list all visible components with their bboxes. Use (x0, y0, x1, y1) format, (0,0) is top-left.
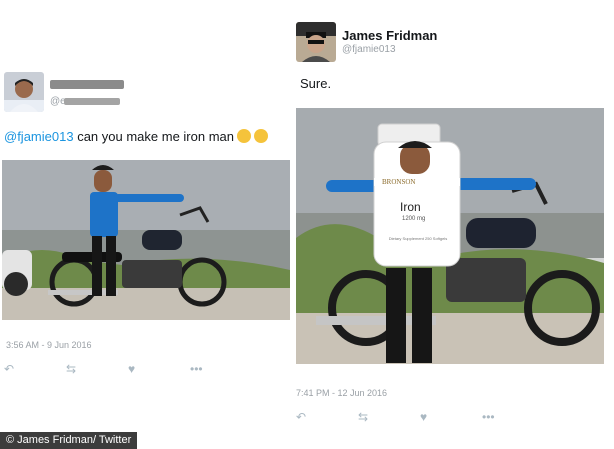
tweet-body: can you make me iron man (73, 129, 234, 144)
original-tweet: @e @fjamie013 can you make me iron man 3… (0, 60, 296, 390)
tweet-text: @fjamie013 can you make me iron man (4, 129, 268, 145)
reply-icon[interactable]: ↶ (296, 410, 358, 424)
retweet-icon[interactable]: ⇆ (66, 362, 128, 376)
bottle-brand: BRONSON (382, 178, 416, 186)
avatar-photo (296, 22, 336, 62)
avatar-photo (4, 72, 44, 112)
bottle-label: Iron (400, 200, 421, 214)
redacted-name (50, 80, 124, 89)
avatar[interactable] (296, 22, 336, 62)
smile-emoji-icon (253, 129, 268, 143)
tweet-photo[interactable] (2, 160, 290, 320)
watermark: © James Fridman/ Twitter (0, 432, 138, 449)
timestamp[interactable]: 3:56 AM - 9 Jun 2016 (6, 340, 92, 350)
bottle-subtext: Dietary Supplement 250 Softgels (388, 236, 448, 241)
action-bar: ↶ ⇆ ♥ ••• (296, 410, 544, 424)
like-icon[interactable]: ♥ (420, 410, 482, 424)
bottle-dose: 1200 mg (402, 216, 426, 222)
action-bar: ↶ ⇆ ♥ ••• (4, 362, 252, 376)
reply-icon[interactable]: ↶ (4, 362, 66, 376)
timestamp[interactable]: 7:41 PM - 12 Jun 2016 (296, 388, 387, 398)
reply-tweet: James Fridman @fjamie013 Sure. BRONSON I… (294, 14, 614, 434)
avatar[interactable] (4, 72, 44, 112)
handle[interactable]: @fjamie013 (342, 44, 396, 55)
tweet-photo[interactable]: BRONSON Iron 1200 mg Dietary Supplement … (296, 108, 604, 364)
like-icon[interactable]: ♥ (128, 362, 190, 376)
more-icon[interactable]: ••• (482, 410, 544, 424)
tweet-text: Sure. (300, 76, 332, 91)
retweet-icon[interactable]: ⇆ (358, 410, 420, 424)
more-icon[interactable]: ••• (190, 362, 252, 376)
mention-link[interactable]: @fjamie013 (4, 129, 74, 144)
wink-emoji-icon (236, 129, 251, 143)
author-name[interactable]: James Fridman (342, 28, 437, 43)
redacted-handle (64, 98, 120, 105)
iron-man-photoshop (296, 108, 604, 364)
motorcycle-photo (2, 160, 290, 320)
